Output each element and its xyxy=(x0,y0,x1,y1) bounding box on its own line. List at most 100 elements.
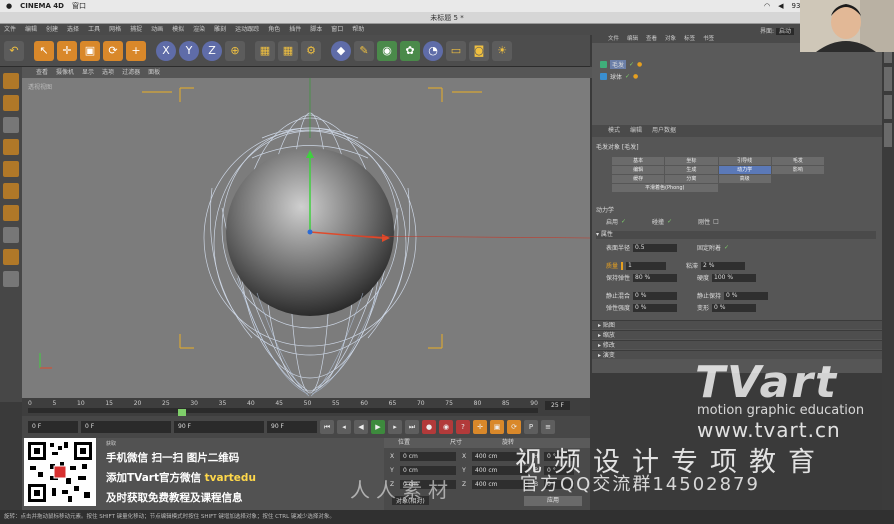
next-key-icon[interactable]: ▸ xyxy=(388,420,402,434)
param-key-icon[interactable]: P xyxy=(524,420,538,434)
viewport-menu-item-4[interactable]: 过滤器 xyxy=(122,67,140,78)
viewport-menu-item-5[interactable]: 面板 xyxy=(148,67,160,78)
record-icon[interactable]: ● xyxy=(422,420,436,434)
render-settings-icon[interactable]: ⚙ xyxy=(301,40,321,61)
deformer-icon[interactable]: ◔ xyxy=(423,40,443,61)
menu-item-0[interactable]: 文件 xyxy=(4,24,16,35)
elastic-strength-field[interactable]: 0 % xyxy=(633,303,678,312)
drag-field[interactable]: 2 % xyxy=(701,261,746,270)
collision-checkbox[interactable]: ✓ xyxy=(667,218,672,225)
menu-item-6[interactable]: 捕捉 xyxy=(130,24,142,35)
mass-field[interactable]: 1 xyxy=(626,261,667,270)
rest-hold-field[interactable]: 0 % xyxy=(724,291,769,300)
object-row-hair[interactable]: 毛发 ✓ ● xyxy=(600,59,642,69)
scale-key-icon[interactable]: ▣ xyxy=(490,420,504,434)
object-name[interactable]: 球体 xyxy=(610,72,622,81)
surface-radius-field[interactable]: 0.5 xyxy=(633,243,678,252)
light-icon[interactable]: ☀ xyxy=(492,40,512,61)
move-key-icon[interactable]: ✛ xyxy=(473,420,487,434)
app-name[interactable]: CINEMA 4D xyxy=(20,2,64,10)
coord-system-icon[interactable]: ⊕ xyxy=(225,40,245,61)
attr-tab[interactable]: 引导线 xyxy=(718,157,771,165)
floor-icon[interactable]: ▭ xyxy=(446,40,466,61)
keyframe-icon[interactable]: ? xyxy=(456,420,470,434)
rotate-key-icon[interactable]: ⟳ xyxy=(507,420,521,434)
model-mode-icon[interactable] xyxy=(3,73,19,89)
cloner-icon[interactable]: ✿ xyxy=(400,40,420,61)
wifi-icon[interactable]: ◠ xyxy=(764,2,770,10)
start-frame-field[interactable]: 0 F xyxy=(28,421,78,433)
end-frame-field[interactable]: 90 F xyxy=(267,421,317,433)
attr-tab[interactable]: 分离 xyxy=(665,175,718,183)
attr-menu-item-1[interactable]: 编辑 xyxy=(630,125,642,137)
edges-mode-icon[interactable] xyxy=(3,161,19,177)
volume-icon[interactable]: ◀ xyxy=(778,2,783,10)
apple-icon[interactable]: ● xyxy=(6,2,12,10)
mac-menu-window[interactable]: 窗口 xyxy=(72,1,86,11)
current-frame[interactable]: 25 F xyxy=(545,401,570,410)
keep-elastic-field[interactable]: 80 % xyxy=(633,273,678,282)
viewport-menu-item-0[interactable]: 查看 xyxy=(36,67,48,78)
scale-icon[interactable]: ▣ xyxy=(80,40,100,61)
auto-key-icon[interactable]: ◉ xyxy=(439,420,453,434)
texture-mode-icon[interactable] xyxy=(3,227,19,243)
rotate-icon[interactable]: ⟳ xyxy=(103,40,123,61)
props-header[interactable]: ▾ 属性 xyxy=(596,231,876,239)
polygons-mode-icon[interactable] xyxy=(3,183,19,199)
attr-tab[interactable]: 编辑 xyxy=(612,166,665,174)
viewport-menu-item-2[interactable]: 显示 xyxy=(82,67,94,78)
object-mode-icon[interactable] xyxy=(3,95,19,111)
perspective-viewport[interactable]: 透视视图 xyxy=(22,78,590,398)
render-view-icon[interactable]: ▦ xyxy=(255,40,275,61)
workplane-icon[interactable] xyxy=(3,271,19,287)
menu-item-2[interactable]: 创建 xyxy=(46,24,58,35)
viewport-menu-item-3[interactable]: 选项 xyxy=(102,67,114,78)
rest-mix-field[interactable]: 0 % xyxy=(633,291,678,300)
content-browser-tab[interactable] xyxy=(884,67,892,91)
viewport-menu-item-1[interactable]: 摄像机 xyxy=(56,67,74,78)
attr-menu-item-2[interactable]: 用户数据 xyxy=(652,125,676,137)
menu-item-11[interactable]: 运动跟踪 xyxy=(235,24,259,35)
layers-tab[interactable] xyxy=(884,123,892,147)
z-axis-handle[interactable] xyxy=(307,229,313,235)
object-name[interactable]: 毛发 xyxy=(610,59,627,69)
object-menu-item-3[interactable]: 对象 xyxy=(665,35,676,43)
menu-item-1[interactable]: 编辑 xyxy=(25,24,37,35)
render-picture-icon[interactable]: ▦ xyxy=(278,40,298,61)
attr-tab[interactable]: 毛发 xyxy=(771,157,824,165)
attr-tab[interactable]: 生成 xyxy=(665,166,718,174)
snap-icon[interactable] xyxy=(3,249,19,265)
object-menu-item-4[interactable]: 标签 xyxy=(684,35,695,43)
tag-icon[interactable]: ● xyxy=(637,61,642,68)
preview-max-field[interactable]: 90 F xyxy=(174,421,264,433)
deform-field[interactable]: 0 % xyxy=(712,303,757,312)
menu-item-13[interactable]: 插件 xyxy=(289,24,301,35)
preview-min-field[interactable]: 0 F xyxy=(81,421,171,433)
attr-tab[interactable]: 基本 xyxy=(612,157,665,165)
pos-x-field[interactable]: 0 cm xyxy=(400,452,456,461)
menu-item-12[interactable]: 角色 xyxy=(268,24,280,35)
section-maps[interactable]: ▸ 贴图 xyxy=(592,320,882,329)
stiffness-field[interactable]: 100 % xyxy=(712,273,757,282)
play-back-icon[interactable]: ◀ xyxy=(354,420,368,434)
attr-tab[interactable]: 影响 xyxy=(771,166,824,174)
attr-menu-item-0[interactable]: 模式 xyxy=(608,125,620,137)
menu-item-16[interactable]: 帮助 xyxy=(352,24,364,35)
timeline-menu-icon[interactable]: ≡ xyxy=(541,420,555,434)
undo-icon[interactable]: ↶ xyxy=(4,40,24,61)
attr-tab[interactable]: 缓存 xyxy=(612,175,665,183)
object-menu-item-0[interactable]: 文件 xyxy=(608,35,619,43)
subdivision-icon[interactable]: ◉ xyxy=(377,40,397,61)
enable-checkbox[interactable]: ✓ xyxy=(621,218,626,225)
section-modify[interactable]: ▸ 修改 xyxy=(592,340,882,349)
prev-key-icon[interactable]: ◂ xyxy=(337,420,351,434)
check-icon[interactable]: ✓ xyxy=(625,73,630,80)
x-axis-icon[interactable]: X xyxy=(156,40,176,61)
attr-tab[interactable]: 动力学 xyxy=(718,166,771,174)
menu-item-7[interactable]: 动画 xyxy=(151,24,163,35)
menu-item-8[interactable]: 模拟 xyxy=(172,24,184,35)
checker-icon[interactable] xyxy=(3,117,19,133)
menu-item-15[interactable]: 窗口 xyxy=(331,24,343,35)
camera-icon[interactable]: ◙ xyxy=(469,40,489,61)
add-icon[interactable]: + xyxy=(126,40,146,61)
